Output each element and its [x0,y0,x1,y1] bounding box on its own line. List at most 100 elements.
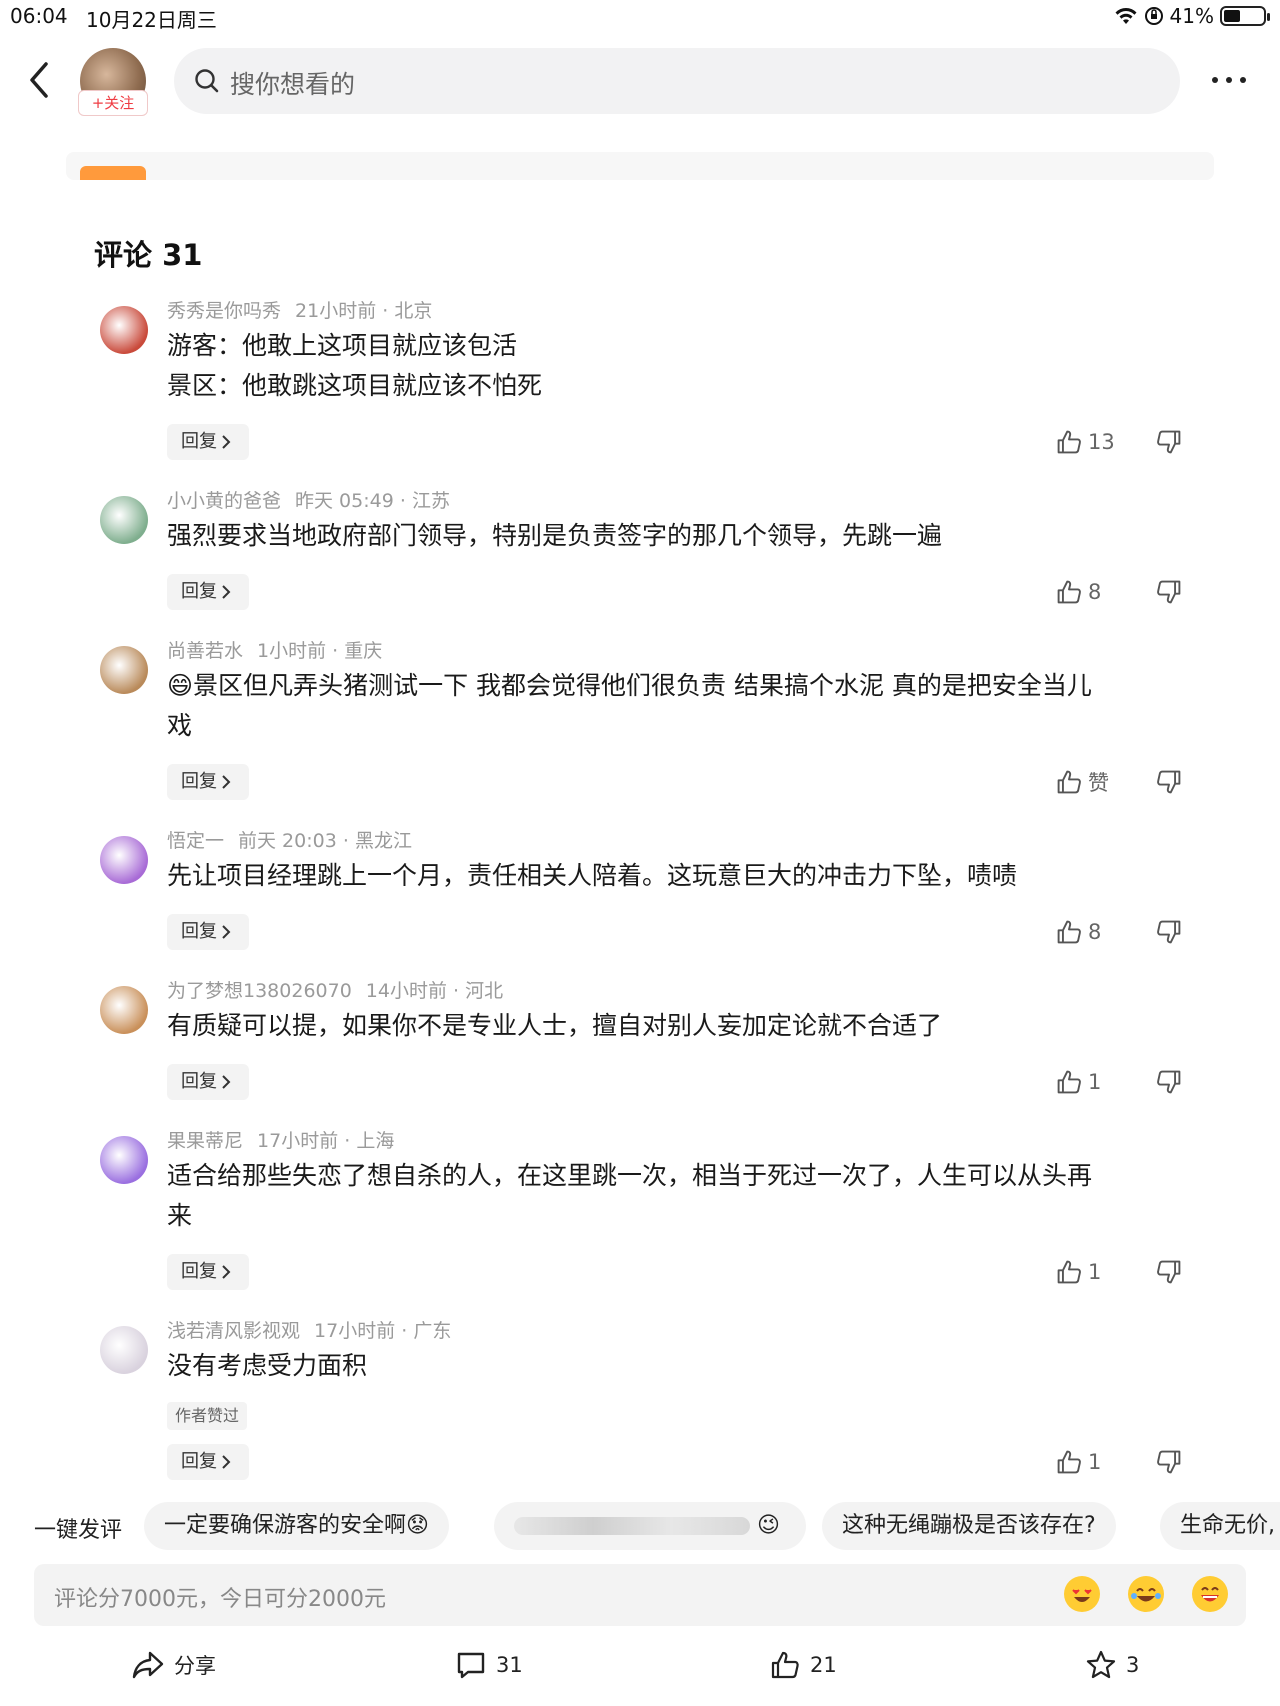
thumbs-down-icon[interactable] [1156,1064,1184,1100]
comment-text: 游客：他敢上这项目就应该包活 景区：他敢跳这项目就应该不怕死 [167,326,1187,406]
top-nav: +关注 搜你想看的 [0,40,1280,120]
commenter-avatar[interactable] [100,986,148,1034]
comment-meta: 秀秀是你吗秀 21小时前 · 北京 [167,296,432,323]
comment-meta: 小小黄的爸爸 昨天 05:49 · 江苏 [167,486,450,513]
link-card-icon [80,166,146,180]
comment-text-line: 游客：他敢上这项目就应该包活 [167,331,518,360]
favorite-button[interactable]: 3 [1086,1650,1139,1680]
comment-time: 1小时前 [257,640,327,662]
meta-separator: · [446,980,466,1002]
quick-reply-chip[interactable]: 一定要确保游客的安全啊😟 [144,1502,449,1550]
comment-text-line: 先让项目经理跳上一个月，责任相关人陪着。这玩意巨大的冲击力下坠，啧啧 [167,861,1018,890]
meta-separator: · [376,300,395,322]
favorites-count: 3 [1126,1653,1140,1677]
commenter-avatar[interactable] [100,1136,148,1184]
comment-like-button[interactable]: 8 [1056,914,1101,950]
emoji-laugh-cry-icon[interactable] [1128,1576,1164,1612]
comment-meta: 为了梦想138026070 14小时前 · 河北 [167,976,503,1003]
comments-button[interactable]: 31 [456,1650,523,1680]
comment-like-button[interactable]: 8 [1056,574,1101,610]
reply-button[interactable]: 回复 [167,574,249,610]
reply-label: 回复 [181,1261,217,1282]
quick-reply-chip[interactable]: 这种无绳蹦极是否该存在? [822,1502,1116,1550]
quick-reply-chip[interactable]: 生命无价, [1160,1502,1280,1550]
comment-text-line: 有质疑可以提，如果你不是专业人士，擅自对别人妄加定论就不合适了 [167,1011,943,1040]
bottom-toolbar: 分享 31 21 3 [0,1640,1280,1696]
quick-reply-chip-blurred[interactable]: 😉 [494,1502,806,1550]
comment-author[interactable]: 浅若清风影视观 [167,1320,300,1342]
comment-author[interactable]: 小小黄的爸爸 [167,490,281,512]
reply-button[interactable]: 回复 [167,914,249,950]
comment-input[interactable]: 评论分7000元，今日可分2000元 [34,1564,1246,1626]
comment-like-count: 8 [1088,580,1102,604]
thumbs-down-icon[interactable] [1156,424,1184,460]
status-time: 06:04 [10,4,68,28]
commenter-avatar[interactable] [100,1326,148,1374]
comment-location: 北京 [394,300,433,322]
status-right: 41% [1114,4,1270,28]
thumbs-down-icon[interactable] [1156,1254,1184,1290]
comment-author[interactable]: 尚善若水 [167,640,243,662]
comment-like-button[interactable]: 赞 [1056,764,1109,800]
reply-button[interactable]: 回复 [167,764,249,800]
comment-meta: 悟定一 前天 20:03 · 黑龙江 [167,826,412,853]
thumbs-down-icon[interactable] [1156,1444,1184,1480]
reply-label: 回复 [181,581,217,602]
more-dots-icon[interactable] [1212,70,1252,90]
comment-text-line: 戏 [167,711,193,740]
meta-separator: · [393,490,412,512]
like-post-button[interactable]: 21 [770,1650,837,1680]
reply-label: 回复 [181,1071,217,1092]
comment-location: 河北 [465,980,504,1002]
reply-button[interactable]: 回复 [167,424,249,460]
commenter-avatar[interactable] [100,836,148,884]
commenter-avatar[interactable] [100,496,148,544]
comment-like-button[interactable]: 1 [1056,1064,1101,1100]
likes-count: 21 [810,1653,837,1677]
comment-like-button[interactable]: 13 [1056,424,1115,460]
commenter-avatar[interactable] [100,306,148,354]
status-bar: 06:04 10月22日周三 41% [0,0,1280,34]
thumbs-up-icon [770,1650,800,1680]
thumbs-down-icon[interactable] [1156,574,1184,610]
thumbs-up-icon [1056,429,1082,455]
reply-button[interactable]: 回复 [167,1444,249,1480]
comment-like-button[interactable]: 1 [1056,1254,1101,1290]
comment-author[interactable]: 秀秀是你吗秀 [167,300,281,322]
status-date: 10月22日周三 [86,8,217,32]
meta-separator: · [395,1320,414,1342]
comment-like-button[interactable]: 1 [1056,1444,1101,1480]
share-button[interactable]: 分享 [132,1650,216,1680]
comment-text-line: 😄景区但凡弄头猪测试一下 我都会觉得他们很负责 结果搞个水泥 真的是把安全当儿 [167,671,1092,700]
comment-like-count: 1 [1088,1070,1102,1094]
reply-button[interactable]: 回复 [167,1064,249,1100]
comment-like-count: 赞 [1088,771,1109,795]
thumbs-down-icon[interactable] [1156,764,1184,800]
emoji-grin-icon[interactable] [1192,1576,1228,1612]
search-bar[interactable]: 搜你想看的 [174,48,1180,114]
chevron-right-icon [217,1071,231,1092]
share-icon [132,1650,164,1680]
chevron-right-icon [217,1261,231,1282]
comment-input-placeholder: 评论分7000元，今日可分2000元 [54,1587,386,1612]
chevron-right-icon [217,1451,231,1472]
reply-button[interactable]: 回复 [167,1254,249,1290]
chevron-right-icon [217,771,231,792]
comment-author[interactable]: 为了梦想138026070 [167,980,352,1002]
reply-label: 回复 [181,431,217,452]
comment-location: 黑龙江 [354,830,412,852]
comment-author[interactable]: 果果蒂尼 [167,1130,243,1152]
share-label: 分享 [174,1654,216,1678]
follow-button[interactable]: +关注 [78,90,148,116]
comment-like-count: 1 [1088,1450,1102,1474]
comment-time: 14小时前 [365,980,447,1002]
chevron-left-icon[interactable] [22,58,62,102]
reply-label: 回复 [181,921,217,942]
comment-like-count: 1 [1088,1260,1102,1284]
comment-author[interactable]: 悟定一 [167,830,224,852]
emoji-heart-eyes-icon[interactable] [1064,1576,1100,1612]
comments-count: 31 [496,1653,523,1677]
thumbs-down-icon[interactable] [1156,914,1184,950]
comment-bubble-icon [456,1650,486,1680]
commenter-avatar[interactable] [100,646,148,694]
